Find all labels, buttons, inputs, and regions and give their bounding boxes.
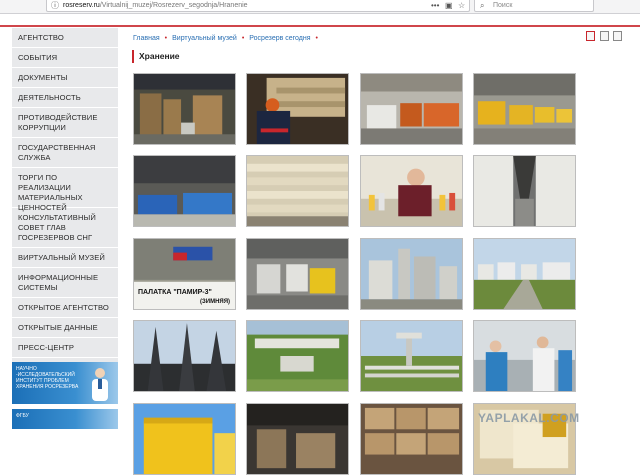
sidebar-item[interactable]: ТОРГИ ПО РЕАЛИЗАЦИИ МАТЕРИАЛЬНЫХ ЦЕННОСТ… <box>12 168 118 212</box>
trucks-hangar-photo[interactable] <box>360 73 463 145</box>
pdf-icon[interactable] <box>586 31 595 41</box>
star-icon[interactable]: ☆ <box>458 0 465 11</box>
forklift-photo[interactable] <box>246 238 349 310</box>
sidebar-item[interactable]: ДЕЯТЕЛЬНОСТЬ <box>12 88 118 108</box>
search-bar[interactable]: ⌕ Поиск <box>474 0 594 12</box>
electric-towers-photo[interactable] <box>133 320 236 392</box>
lock-icon: ⓘ <box>51 1 59 10</box>
sidebar-item[interactable]: ДОКУМЕНТЫ <box>12 68 118 88</box>
cartons-photo[interactable] <box>360 403 463 475</box>
fgbu-banner[interactable]: ФГБУ <box>12 409 118 429</box>
sidebar-item[interactable]: ВИРТУАЛЬНЫЙ МУЗЕЙ <box>12 248 118 268</box>
pocket-icon[interactable]: ▣ <box>445 0 453 11</box>
watermark: YAPLAKAL.COM <box>478 411 580 425</box>
green-depot-photo[interactable] <box>246 320 349 392</box>
sacks-worker-photo[interactable] <box>246 73 349 145</box>
url-path: /Virtualnij_muzej/Rosrezerv_segodnja/Hra… <box>99 2 248 9</box>
browser-toolbar: ⓘ rosreserv.ru/Virtualnij_muzej/Rosrezer… <box>0 0 640 14</box>
breadcrumb-separator: • <box>315 35 318 42</box>
sidebar-item[interactable]: ИНФОРМАЦИОННЫЕ СИСТЕМЫ <box>12 268 118 298</box>
more-icon[interactable]: ••• <box>431 0 439 11</box>
stacked-sacks-photo[interactable] <box>246 155 349 227</box>
sidebar-item[interactable]: ПРОТИВОДЕЙСТВИЕ КОРРУПЦИИ <box>12 108 118 138</box>
fgbu-banner-text: ФГБУ <box>16 413 29 419</box>
breadcrumb-separator: • <box>164 35 168 42</box>
tent-caption-winter: (ЗИМНЯЯ) <box>200 299 231 305</box>
sack-corridor-photo[interactable] <box>473 155 576 227</box>
page-title: Хранение <box>132 50 180 63</box>
sidebar-item[interactable]: СОБЫТИЯ <box>12 48 118 68</box>
print-icon[interactable] <box>613 31 622 41</box>
sidebar-nav: АГЕНТСТВО СОБЫТИЯ ДОКУМЕНТЫ ДЕЯТЕЛЬНОСТЬ ПРО… <box>12 28 118 388</box>
dark-warehouse-photo[interactable] <box>246 403 349 475</box>
plant-exterior-photo[interactable] <box>360 238 463 310</box>
search-input[interactable]: Поиск <box>493 0 512 11</box>
header-divider <box>0 25 640 27</box>
sidebar-item[interactable]: ОТКРЫТОЕ АГЕНТСТВО <box>12 298 118 318</box>
warehouse-boxes-photo[interactable] <box>133 73 236 145</box>
address-bar[interactable]: ⓘ rosreserv.ru/Virtualnij_muzej/Rosrezer… <box>46 0 470 12</box>
laboratory-woman-photo[interactable] <box>360 155 463 227</box>
tent-caption: ПАЛАТКА "ПАМИР-3" <box>138 289 212 296</box>
pipeline-photo[interactable] <box>360 320 463 392</box>
sidebar-item[interactable]: КОНСУЛЬТАТИВНЫЙ СОВЕТ ГЛАВ ГОСРЕЗЕРВОВ С… <box>12 208 118 248</box>
blue-containers-photo[interactable] <box>133 155 236 227</box>
save-doc-icon[interactable] <box>600 31 609 41</box>
institute-banner-text: НАУЧНО -ИССЛЕДОВАТЕЛЬСКИЙ ИНСТИТУТ ПРОБЛ… <box>16 366 79 390</box>
yellow-machines-photo[interactable] <box>473 73 576 145</box>
sidebar-item[interactable]: ПРЕСС-ЦЕНТР <box>12 338 118 358</box>
tank-field-photo[interactable] <box>473 238 576 310</box>
breadcrumb-today[interactable]: Росрезерв сегодня <box>249 35 310 42</box>
url-host: rosreserv.ru <box>63 2 100 9</box>
sidebar-item[interactable]: ГОСУДАРСТВЕННАЯ СЛУЖБА <box>12 138 118 168</box>
sidebar-item[interactable]: АГЕНТСТВО <box>12 28 118 48</box>
pamir-tent-bags-photo[interactable]: ПАЛАТКА "ПАМИР-3" (ЗИМНЯЯ) <box>133 238 236 310</box>
breadcrumb-separator: • <box>241 35 245 42</box>
breadcrumb: Главная • Виртуальный музей • Росрезерв сего… <box>133 35 323 42</box>
institute-banner[interactable]: НАУЧНО -ИССЛЕДОВАТЕЛЬСКИЙ ИНСТИТУТ ПРОБЛ… <box>12 362 118 404</box>
page-tools <box>584 29 626 43</box>
breadcrumb-museum[interactable]: Виртуальный музей <box>172 35 237 42</box>
yellow-building-photo[interactable] <box>133 403 236 475</box>
search-icon: ⌕ <box>480 1 485 10</box>
lab-people-photo[interactable] <box>473 320 576 392</box>
breadcrumb-home[interactable]: Главная <box>133 35 160 42</box>
sidebar-item[interactable]: ОТКРЫТЫЕ ДАННЫЕ <box>12 318 118 338</box>
scientist-icon <box>92 368 108 401</box>
